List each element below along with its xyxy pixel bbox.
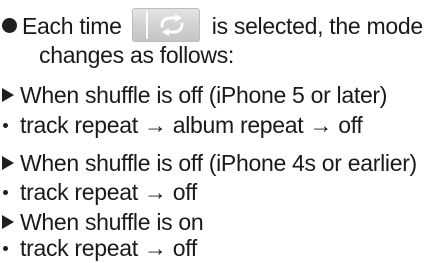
intro-after-icon: is selected, the mode bbox=[211, 13, 423, 39]
section-detail: track repeat → off bbox=[0, 177, 197, 207]
triangle-bullet-icon bbox=[2, 156, 14, 170]
section-heading-text: When shuffle is off (iPhone 4s or earlie… bbox=[20, 150, 417, 176]
small-bullet-dot bbox=[3, 123, 8, 128]
section-heading-text: When shuffle is off (iPhone 5 or later) bbox=[20, 82, 388, 108]
manual-excerpt: Each time is selected, the mode changes … bbox=[0, 0, 426, 263]
repeat-icon bbox=[160, 14, 184, 36]
repeat-button-icon bbox=[131, 8, 200, 42]
small-bullet-dot bbox=[3, 190, 8, 195]
small-bullet-dot bbox=[3, 246, 8, 251]
bullet-dot bbox=[2, 18, 17, 33]
triangle-bullet-icon bbox=[2, 88, 14, 102]
section-detail: track repeat → album repeat → off bbox=[0, 110, 363, 140]
section-heading: When shuffle is off (iPhone 5 or later) bbox=[0, 80, 387, 110]
button-separator bbox=[145, 11, 148, 39]
section-detail-text: track repeat → off bbox=[20, 235, 197, 261]
section-detail-text: track repeat → off bbox=[20, 179, 197, 205]
intro-before-icon: Each time bbox=[22, 13, 122, 39]
section-heading: When shuffle is off (iPhone 4s or earlie… bbox=[0, 148, 417, 178]
triangle-bullet-icon bbox=[2, 215, 14, 229]
section-detail: track repeat → off bbox=[0, 233, 197, 263]
intro-line: Each time is selected, the mode bbox=[0, 8, 423, 42]
intro-continuation: changes as follows: bbox=[39, 42, 235, 68]
section-heading-text: When shuffle is on bbox=[20, 209, 204, 235]
section-detail-text: track repeat → album repeat → off bbox=[20, 112, 363, 138]
